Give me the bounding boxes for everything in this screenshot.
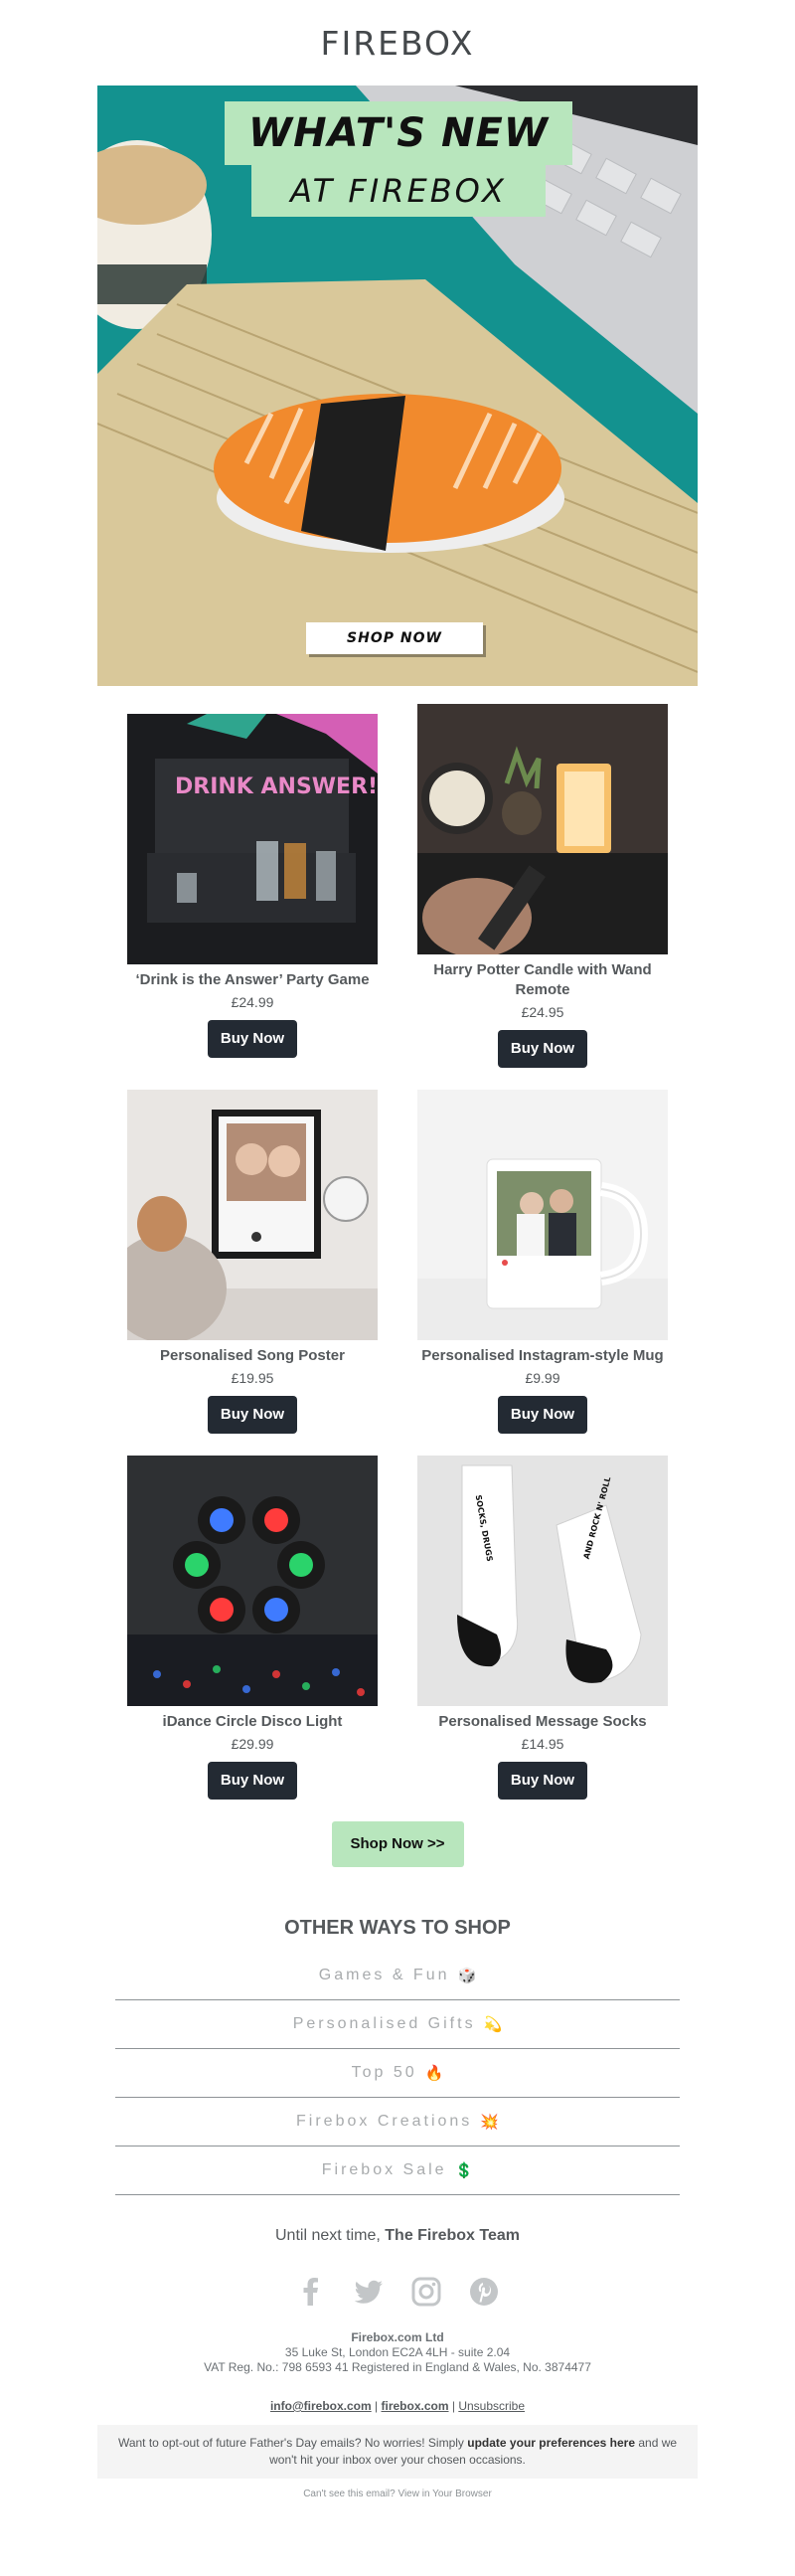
game-box-title: DRINK ANSWER! xyxy=(175,774,378,799)
product-card: Personalised Song Poster £19.95 Buy Now xyxy=(127,1090,378,1434)
link-separator: | xyxy=(375,2399,379,2413)
instagram-icon[interactable] xyxy=(409,2275,443,2309)
product-row: Personalised Song Poster £19.95 Buy Now xyxy=(97,1090,698,1434)
category-link-firebox-creations[interactable]: Firebox Creations 💥 xyxy=(115,2098,680,2147)
product-card: iDance Circle Disco Light £29.99 Buy Now xyxy=(127,1456,378,1800)
buy-now-button[interactable]: Buy Now xyxy=(498,1030,587,1068)
product-image-disco-light[interactable] xyxy=(127,1456,378,1706)
product-card: SOCKS, DRUGS AND ROCK N' ROLL Personalis… xyxy=(417,1456,668,1800)
company-name: Firebox.com Ltd xyxy=(351,2330,444,2344)
product-grid: DRINK ANSWER! ‘Drink is the Answer’ Part… xyxy=(97,704,698,1800)
buy-now-button[interactable]: Buy Now xyxy=(498,1396,587,1434)
fire-icon: 🔥 xyxy=(424,2065,444,2082)
product-name[interactable]: Personalised Message Socks xyxy=(417,1712,668,1732)
firebox-logo[interactable]: FIREBOX xyxy=(320,24,474,63)
buy-now-button[interactable]: Buy Now xyxy=(498,1762,587,1800)
product-price: £24.95 xyxy=(521,1004,564,1020)
product-card: Harry Potter Candle with Wand Remote £24… xyxy=(417,704,668,1068)
product-price: £9.99 xyxy=(525,1370,560,1386)
product-row: iDance Circle Disco Light £29.99 Buy Now… xyxy=(97,1456,698,1800)
product-name[interactable]: Personalised Instagram-style Mug xyxy=(417,1346,668,1366)
optout-text-pre: Want to opt-out of future Father's Day e… xyxy=(117,2436,464,2450)
hero-banner[interactable]: WHAT'S NEW AT FIREBOX SHOP NOW xyxy=(97,86,698,686)
other-ways-title: OTHER WAYS TO SHOP xyxy=(284,1917,511,1939)
product-row: DRINK ANSWER! ‘Drink is the Answer’ Part… xyxy=(97,704,698,1068)
email-link[interactable]: info@firebox.com xyxy=(270,2399,372,2413)
product-image-instagram-mug[interactable] xyxy=(417,1090,668,1340)
hero-title-line1: WHAT'S NEW xyxy=(225,101,572,165)
product-name[interactable]: Harry Potter Candle with Wand Remote xyxy=(417,960,668,1000)
product-name[interactable]: iDance Circle Disco Light xyxy=(127,1712,378,1732)
link-separator: | xyxy=(451,2399,455,2413)
pinterest-icon[interactable] xyxy=(467,2275,501,2309)
email-header: FIREBOX xyxy=(0,0,795,86)
category-link-top-50[interactable]: Top 50 🔥 xyxy=(115,2049,680,2098)
product-image-message-socks[interactable]: SOCKS, DRUGS AND ROCK N' ROLL xyxy=(417,1456,668,1706)
view-in-browser-link[interactable]: Can't see this email? View in Your Brows… xyxy=(0,2489,795,2499)
category-label: Firebox Sale xyxy=(321,2161,447,2178)
shop-now-section: Shop Now >> xyxy=(0,1821,795,1867)
dollar-icon: 💲 xyxy=(454,2162,474,2179)
category-link-firebox-sale[interactable]: Firebox Sale 💲 xyxy=(115,2147,680,2195)
signoff-text: Until next time, xyxy=(275,2227,381,2244)
category-label: Personalised Gifts xyxy=(292,2015,476,2032)
shop-now-button[interactable]: Shop Now >> xyxy=(331,1821,464,1867)
product-name[interactable]: ‘Drink is the Answer’ Party Game xyxy=(127,970,378,990)
facebook-icon[interactable] xyxy=(294,2275,328,2309)
signoff-team: The Firebox Team xyxy=(385,2227,520,2244)
hero-shop-now-button[interactable]: SHOP NOW xyxy=(306,622,483,654)
buy-now-button[interactable]: Buy Now xyxy=(208,1762,297,1800)
product-price: £24.99 xyxy=(231,994,274,1010)
category-label: Games & Fun xyxy=(318,1967,450,1983)
product-card: Personalised Instagram-style Mug £9.99 B… xyxy=(417,1090,668,1434)
dizzy-star-icon: 💫 xyxy=(483,2016,503,2033)
product-price: £19.95 xyxy=(231,1370,274,1386)
signoff: Until next time, The Firebox Team xyxy=(0,2227,795,2245)
buy-now-button[interactable]: Buy Now xyxy=(208,1396,297,1434)
category-link-games-fun[interactable]: Games & Fun 🎲 xyxy=(115,1952,680,2000)
product-card: DRINK ANSWER! ‘Drink is the Answer’ Part… xyxy=(127,714,378,1068)
site-link[interactable]: firebox.com xyxy=(382,2399,449,2413)
product-price: £14.95 xyxy=(521,1736,564,1752)
unsubscribe-link[interactable]: Unsubscribe xyxy=(458,2399,525,2413)
dice-icon: 🎲 xyxy=(457,1968,477,1984)
optout-notice: Want to opt-out of future Father's Day e… xyxy=(97,2425,698,2479)
hero-title-line2: AT FIREBOX xyxy=(251,165,546,217)
social-links xyxy=(0,2275,795,2309)
company-info: Firebox.com Ltd 35 Luke St, London EC2A … xyxy=(0,2330,795,2375)
footer-links: info@firebox.com | firebox.com | Unsubsc… xyxy=(0,2399,795,2413)
product-image-song-poster[interactable] xyxy=(127,1090,378,1340)
company-vat: VAT Reg. No.: 798 6593 41 Registered in … xyxy=(204,2360,591,2374)
buy-now-button[interactable]: Buy Now xyxy=(208,1020,297,1058)
product-name[interactable]: Personalised Song Poster xyxy=(127,1346,378,1366)
shop-categories-list: Games & Fun 🎲 Personalised Gifts 💫 Top 5… xyxy=(115,1952,680,2195)
product-price: £29.99 xyxy=(231,1736,274,1752)
product-image-harry-potter-candle[interactable] xyxy=(417,704,668,954)
product-image-drink-game[interactable]: DRINK ANSWER! xyxy=(127,714,378,964)
collision-icon: 💥 xyxy=(480,2114,499,2131)
twitter-icon[interactable] xyxy=(352,2275,386,2309)
category-label: Firebox Creations xyxy=(296,2113,473,2130)
category-link-personalised-gifts[interactable]: Personalised Gifts 💫 xyxy=(115,2000,680,2049)
update-preferences-link[interactable]: update your preferences here xyxy=(467,2436,635,2450)
category-label: Top 50 xyxy=(351,2064,417,2081)
company-address: 35 Luke St, London EC2A 4LH - suite 2.04 xyxy=(284,2345,511,2359)
